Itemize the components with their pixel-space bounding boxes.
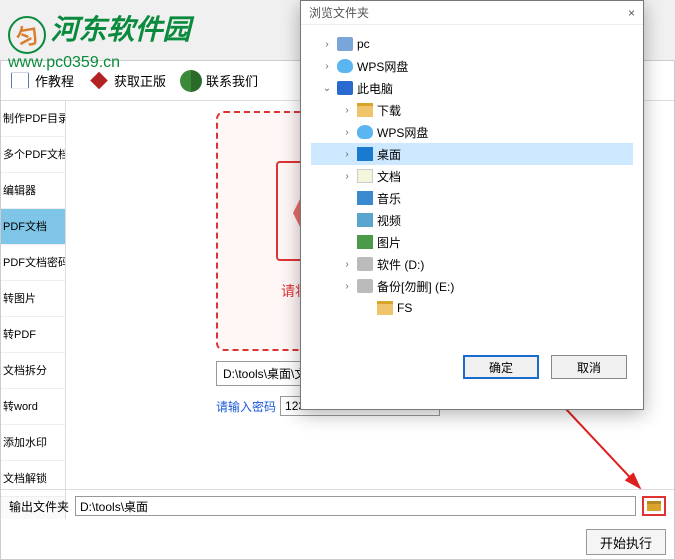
toolbar-label: 获取正版 — [114, 71, 166, 90]
tree-item[interactable]: › 桌面 — [311, 143, 633, 165]
dialog-titlebar: 浏览文件夹 × — [301, 1, 643, 25]
tree-label: WPS网盘 — [377, 124, 428, 141]
watermark-title: 河东软件园 — [50, 14, 190, 45]
password-label: 请输入密码 — [216, 398, 276, 415]
sidebar-item[interactable]: 添加水印 — [1, 425, 65, 461]
tree-item[interactable]: › 软件 (D:) — [311, 253, 633, 275]
ico-pc-icon — [337, 37, 353, 51]
sidebar-item[interactable]: 多个PDF文档 — [1, 137, 65, 173]
ico-drive-icon — [357, 257, 373, 271]
cancel-button[interactable]: 取消 — [551, 355, 627, 379]
folder-icon — [647, 501, 661, 511]
tree-label: 视频 — [377, 212, 401, 229]
expand-icon[interactable]: › — [341, 281, 353, 292]
sidebar-item[interactable]: 制作PDF目录 — [1, 101, 65, 137]
tree-label: WPS网盘 — [357, 58, 408, 75]
tree-item[interactable]: › 下载 — [311, 99, 633, 121]
tree-item[interactable]: 图片 — [311, 231, 633, 253]
sidebar-item[interactable]: 转图片 — [1, 281, 65, 317]
ico-monitor-icon — [337, 81, 353, 95]
tree-label: 此电脑 — [357, 80, 393, 97]
sidebar-item[interactable]: 编辑器 — [1, 173, 65, 209]
sidebar: 制作PDF目录多个PDF文档编辑器PDF文档PDF文档密码转图片转PDF文档拆分… — [1, 101, 66, 519]
watermark-logo-icon: 匀 — [8, 16, 46, 54]
expand-icon[interactable]: › — [341, 149, 353, 160]
ico-folder-icon — [357, 103, 373, 117]
tree-item[interactable]: 音乐 — [311, 187, 633, 209]
output-path-input[interactable] — [75, 496, 636, 516]
ico-doc-icon — [357, 169, 373, 183]
expand-icon[interactable]: › — [341, 171, 353, 182]
expand-icon[interactable]: › — [341, 105, 353, 116]
tree-item[interactable]: › 文档 — [311, 165, 633, 187]
toolbar-label: 作教程 — [35, 71, 74, 90]
tree-label: 备份[勿删] (E:) — [377, 278, 454, 295]
dialog-title: 浏览文件夹 — [309, 1, 369, 24]
tree-item[interactable]: ⌄ 此电脑 — [311, 77, 633, 99]
tree-item[interactable]: 视频 — [311, 209, 633, 231]
book-icon — [9, 70, 31, 92]
expand-icon[interactable]: › — [341, 127, 353, 138]
tree-label: 桌面 — [377, 146, 401, 163]
dialog-buttons: 确定 取消 — [301, 345, 643, 389]
tree-item[interactable]: › WPS网盘 — [311, 55, 633, 77]
expand-icon[interactable]: › — [321, 61, 333, 72]
sidebar-item[interactable]: 转PDF — [1, 317, 65, 353]
output-label: 输出文件夹 — [9, 498, 69, 515]
browse-folder-button[interactable] — [642, 496, 666, 516]
ok-button[interactable]: 确定 — [463, 355, 539, 379]
expand-icon[interactable]: ⌄ — [321, 83, 333, 94]
tree-item[interactable]: FS — [311, 297, 633, 319]
ico-desktop-icon — [357, 147, 373, 161]
sidebar-item[interactable]: PDF文档 — [1, 209, 65, 245]
expand-icon[interactable]: › — [341, 259, 353, 270]
dialog-close-button[interactable]: × — [628, 1, 635, 24]
watermark: 匀 河东软件园 www.pc0359.cn — [8, 8, 190, 72]
sidebar-item[interactable]: 转word — [1, 389, 65, 425]
watermark-url: www.pc0359.cn — [8, 54, 190, 72]
tree-label: 软件 (D:) — [377, 256, 424, 273]
browse-folder-dialog: 浏览文件夹 × › pc › WPS网盘 ⌄ 此电脑 › 下载 › WPS网盘 › 桌面 › 文档音乐视频… — [300, 0, 644, 410]
ico-drive-icon — [357, 279, 373, 293]
tree-item[interactable]: › pc — [311, 33, 633, 55]
ico-folder-icon — [377, 301, 393, 315]
bottom-bar: 输出文件夹 开始执行 — [1, 489, 674, 559]
tree-label: 下载 — [377, 102, 401, 119]
toolbar-label: 联系我们 — [206, 71, 258, 90]
hat-icon — [88, 70, 110, 92]
expand-icon[interactable]: › — [321, 39, 333, 50]
sidebar-item[interactable]: PDF文档密码 — [1, 245, 65, 281]
tree-item[interactable]: › WPS网盘 — [311, 121, 633, 143]
tree-label: pc — [357, 37, 370, 51]
ico-cloud-icon — [357, 125, 373, 139]
ico-video-icon — [357, 213, 373, 227]
ico-music-icon — [357, 191, 373, 205]
sidebar-item[interactable]: 文档拆分 — [1, 353, 65, 389]
ico-pic-icon — [357, 235, 373, 249]
tree-label: 音乐 — [377, 190, 401, 207]
folder-tree: › pc › WPS网盘 ⌄ 此电脑 › 下载 › WPS网盘 › 桌面 › 文档音乐视频图片 › 软件 (D… — [301, 25, 643, 345]
tree-item[interactable]: › 备份[勿删] (E:) — [311, 275, 633, 297]
tree-label: 图片 — [377, 234, 401, 251]
run-button[interactable]: 开始执行 — [586, 529, 666, 555]
tree-label: 文档 — [377, 168, 401, 185]
ico-cloud-icon — [337, 59, 353, 73]
tree-label: FS — [397, 301, 412, 315]
avatar-icon — [180, 70, 202, 92]
